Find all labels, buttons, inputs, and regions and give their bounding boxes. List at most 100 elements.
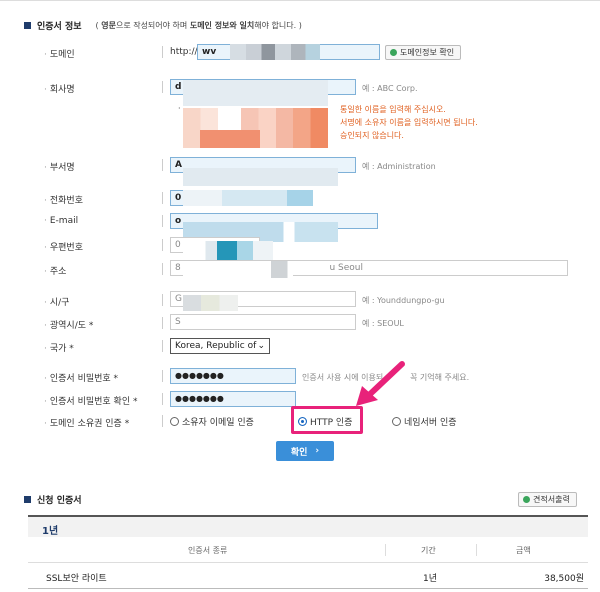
domain-check-button[interactable]: 도메인정보 확인 [385,45,462,60]
warn-bullet: · [178,104,181,113]
auth-option-http-label: HTTP 인증 [310,418,353,428]
section-cert-info-header: 인증서 정보 ( 영문으로 작성되어야 하며 도메인 정보와 일치해야 합니다.… [24,19,302,32]
province-hint: 예 : SEOUL [362,319,404,328]
country-select[interactable]: Korea, Republic of ⌄ [170,338,270,354]
table-group-label: 1년 [28,515,588,537]
domain-auth-label-text: 도메인 소유권 인증 * [49,419,130,429]
auth-option-email-label: 소유자 이메일 인증 [182,418,254,428]
col-period: 기간 [421,546,436,555]
country-select-value: Korea, Republic of [175,341,257,351]
auth-option-nameserver-label: 네임서버 인증 [404,418,457,428]
domain-prefix: http:// [170,47,198,57]
redaction-blur [183,295,238,311]
cert-password-hint-tail: 꼭 기억해 주세요. [410,373,470,382]
auth-option-nameserver[interactable]: 네임서버 인증 [392,415,457,428]
check-icon [390,49,397,56]
radio-selected-icon [298,417,307,426]
company-warning-2: 서명에 소유자 이름을 입력하시면 됩니다. [340,118,478,127]
note-bold: 도메인 정보와 일치 [189,21,255,30]
email-label-text: E-mail [49,216,79,226]
city-label: · 시/구 [44,298,70,308]
redaction-blur [230,44,320,60]
domain-label: · 도메인 [44,50,75,60]
department-label: · 부서명 [44,163,75,173]
cert-password-input-value: ●●●●●●● [175,371,224,380]
estimate-print-label: 견적서출력 [533,495,570,504]
section-note: ( 영문으로 작성되어야 하며 도메인 정보와 일치해야 합니다. ) [96,20,302,31]
domain-input-value: wv [202,47,217,57]
country-label-text: 국가 * [49,344,74,354]
divider [162,294,163,306]
phone-input-value: 0 [175,193,182,203]
company-label: · 회사명 [44,85,75,95]
divider [162,370,163,382]
cert-password-input[interactable]: ●●●●●●● [170,368,296,384]
city-input-value: G [175,294,182,304]
company-warning-1: 통일한 이름을 입력해 주십시오. [340,105,446,114]
redaction-blur [183,261,293,278]
auth-option-http[interactable]: HTTP 인증 [298,415,352,428]
zipcode-label: · 우편번호 [44,243,83,253]
col-price: 금액 [516,546,531,555]
divider [162,317,163,329]
company-label-text: 회사명 [49,85,75,95]
company-input-value: d [175,82,182,92]
note-suffix: 해야 합니다. ) [254,21,302,30]
auth-option-email[interactable]: 소유자 이메일 인증 [170,415,254,428]
row-price: 38,500원 [544,574,584,584]
divider [162,81,163,93]
table-header: 인증서 종류 기간 금액 [28,537,588,563]
cert-password-confirm-label-text: 인증서 비밀번호 확인 * [49,397,138,407]
confirm-button[interactable]: 확인 › [276,441,334,461]
province-label: · 광역시/도 * [44,321,94,331]
cert-password-label-text: 인증서 비밀번호 * [49,374,119,384]
phone-label-text: 전화번호 [49,196,83,206]
domain-check-label: 도메인정보 확인 [400,48,455,57]
department-input-value: A [175,160,182,170]
department-hint: 예 : Administration [362,162,436,171]
section-requested-cert-header: 신청 인증서 [24,493,82,506]
province-input[interactable]: S [170,314,356,330]
note-mid: 으로 작성되어야 하며 [115,21,190,30]
cert-password-confirm-input-value: ●●●●●●● [175,394,224,403]
cert-password-confirm-label: · 인증서 비밀번호 확인 * [44,397,138,407]
zipcode-label-text: 우편번호 [49,243,83,253]
divider [162,159,163,171]
col-cert-type: 인증서 종류 [188,546,228,555]
company-warning-3: 승인되지 않습니다. [340,131,404,140]
divider [162,393,163,405]
divider [162,415,163,427]
top-divider [0,0,600,1]
divider [162,340,163,352]
cert-password-label: · 인증서 비밀번호 * [44,374,119,384]
email-label: · E-mail [44,216,79,226]
estimate-print-button[interactable]: 견적서출력 [518,492,577,507]
section-bullet-icon [24,496,31,503]
redaction-blur [183,190,313,206]
province-input-value: S [175,317,181,327]
table-row: SSL보안 라이트 1년 38,500원 [28,563,588,589]
domain-label-text: 도메인 [49,50,75,60]
row-period: 1년 [423,574,438,584]
radio-icon [170,417,179,426]
confirm-button-label: 확인 [290,447,308,458]
country-label: · 국가 * [44,344,74,354]
arrow-annotation-icon [356,361,405,406]
city-label-text: 시/구 [49,298,70,308]
divider [162,239,163,251]
company-hint: 예 : ABC Corp. [362,84,418,93]
divider [162,46,163,58]
section-bullet-icon [24,22,31,29]
section-title: 신청 인증서 [37,496,82,506]
department-label-text: 부서명 [49,163,75,173]
cert-password-confirm-input[interactable]: ●●●●●●● [170,391,296,407]
note-en: 영문 [101,21,116,30]
divider [162,215,163,227]
divider [162,192,163,204]
redaction-blur [183,241,273,261]
address-label-text: 주소 [49,267,67,277]
address-input-value: 8 [175,263,181,273]
redaction-blur [183,80,328,106]
redaction-blur [200,130,260,148]
row-cert-name: SSL보안 라이트 [46,574,107,584]
